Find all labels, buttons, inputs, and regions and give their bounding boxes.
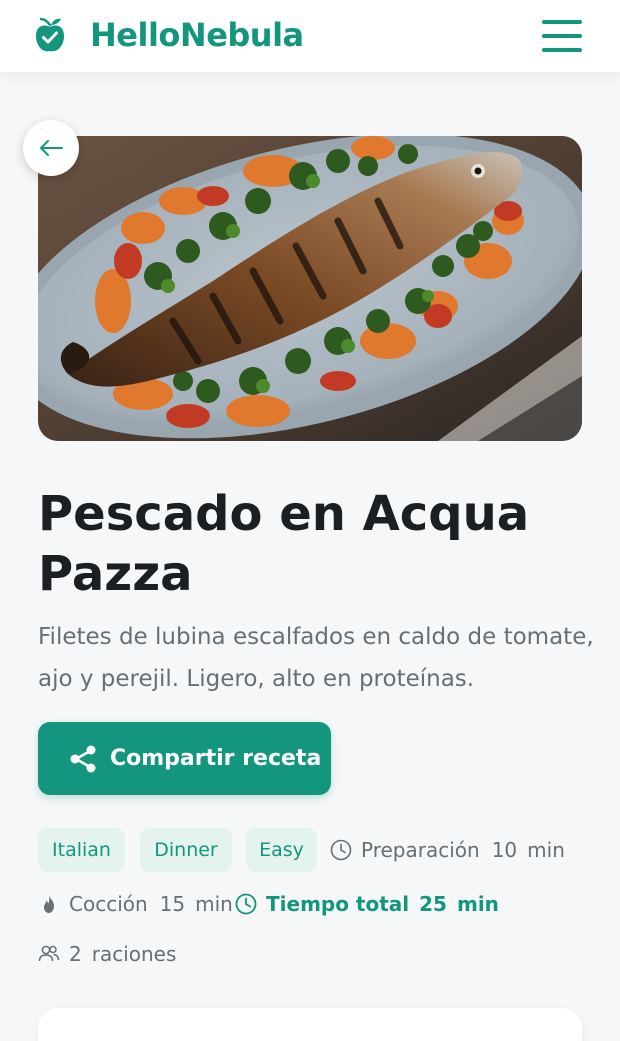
- total-time-value: 25: [419, 892, 447, 916]
- recipe-description: Filetes de lubina escalfados en caldo de…: [38, 624, 594, 692]
- tag-dinner[interactable]: Dinner: [140, 828, 232, 872]
- clock-icon: [330, 839, 352, 861]
- recipe-details-card: [38, 1008, 582, 1041]
- grilled-fish-plate-photo: [38, 136, 582, 441]
- cook-time: Cocción 15 min: [38, 892, 233, 916]
- tag-easy[interactable]: Easy: [246, 828, 317, 872]
- prep-time-label: Preparación: [361, 838, 480, 862]
- back-button[interactable]: [23, 120, 79, 176]
- cook-time-unit: min: [195, 892, 233, 916]
- total-time-label: Tiempo total: [266, 892, 410, 916]
- clock-icon: [235, 893, 257, 915]
- cook-time-value: 15: [159, 892, 186, 916]
- prep-time-unit: min: [527, 838, 565, 862]
- recipe-hero-image: [38, 136, 582, 441]
- share-icon: [70, 745, 96, 772]
- servings-value: 2: [69, 942, 82, 966]
- servings: 2 raciones: [38, 942, 176, 966]
- prep-time: Preparación 10 min: [330, 838, 565, 862]
- brand-name[interactable]: HelloNebula: [90, 16, 304, 54]
- hamburger-menu-button[interactable]: [540, 18, 584, 54]
- prep-time-value: 10: [491, 838, 518, 862]
- share-recipe-label: Compartir receta: [110, 746, 322, 771]
- hamburger-menu-icon: [542, 20, 582, 24]
- flame-icon: [44, 895, 54, 913]
- app-header: HelloNebula: [0, 0, 620, 72]
- tag-italian[interactable]: Italian: [38, 828, 125, 872]
- total-time: Tiempo total 25 min: [235, 892, 499, 916]
- hamburger-menu-icon-bar: [542, 34, 582, 38]
- hamburger-menu-icon-bar: [542, 48, 582, 52]
- cook-time-label: Cocción: [69, 892, 148, 916]
- share-recipe-button[interactable]: Compartir receta: [38, 722, 331, 795]
- apple-check-icon[interactable]: [34, 16, 66, 54]
- recipe-title: Pescado en Acqua Pazza: [38, 486, 530, 602]
- servings-label: raciones: [91, 942, 177, 966]
- arrow-left-icon: [40, 140, 63, 156]
- total-time-unit: min: [456, 892, 499, 916]
- people-icon: [38, 945, 60, 962]
